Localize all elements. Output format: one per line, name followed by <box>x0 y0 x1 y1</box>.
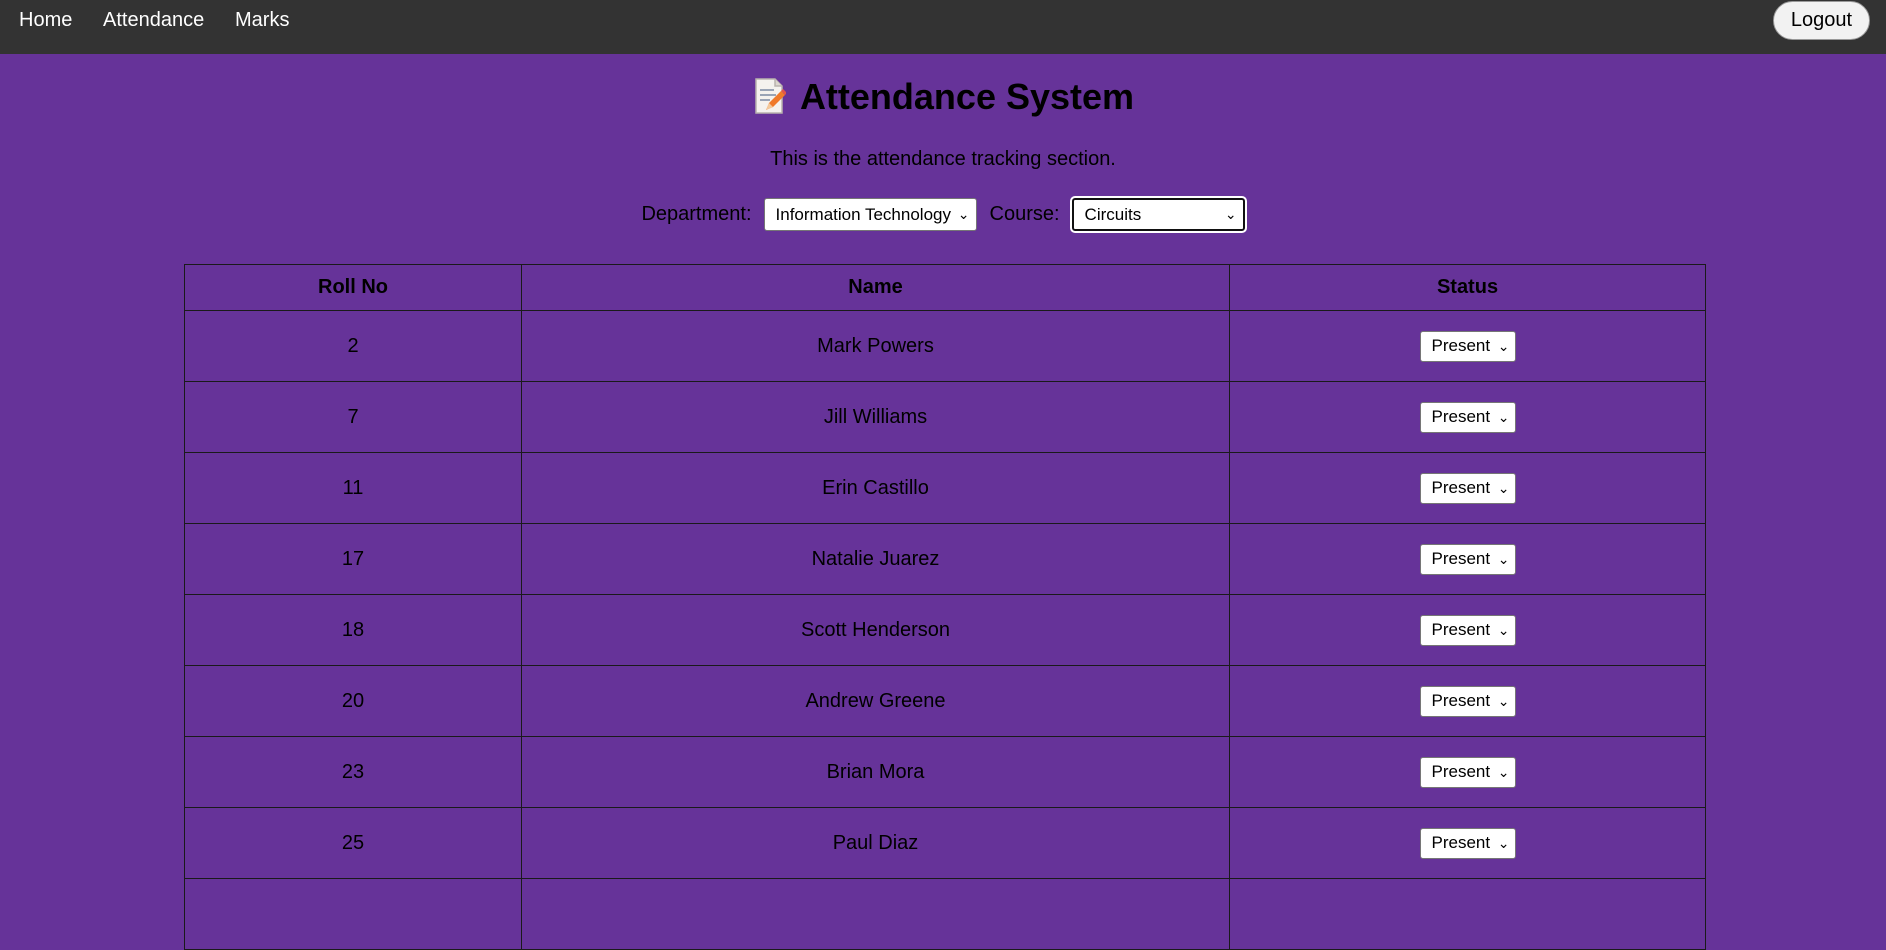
table-row <box>184 878 1706 950</box>
department-select[interactable]: Information Technology ⌄ <box>763 198 977 231</box>
department-label: Department: <box>641 203 752 225</box>
status-cell: Present ⌄ <box>1229 310 1706 382</box>
department-select-value: Information Technology <box>775 204 951 224</box>
course-select[interactable]: Circuits ⌄ <box>1069 196 1247 233</box>
course-select-value: Circuits <box>1084 204 1142 224</box>
chevron-down-icon: ⌄ <box>1497 763 1510 780</box>
nav-link-attendance[interactable]: Attendance <box>103 9 204 32</box>
roll-no-cell: 23 <box>184 736 522 808</box>
status-select[interactable]: Present ⌄ <box>1419 472 1516 504</box>
status-select-value: Present <box>1431 691 1491 710</box>
table-row: 11 Erin Castillo Present ⌄ <box>184 452 1706 524</box>
status-select-value: Present <box>1431 833 1491 852</box>
page-subtitle: This is the attendance tracking section. <box>770 148 1116 170</box>
status-cell: Present ⌄ <box>1229 736 1706 808</box>
status-select[interactable]: Present ⌄ <box>1419 685 1516 717</box>
roll-no-cell: 2 <box>184 310 522 382</box>
roll-no-cell: 18 <box>184 594 522 666</box>
column-header-name: Name <box>521 264 1230 311</box>
filter-bar: Department: Information Technology ⌄ Cou… <box>0 196 1886 233</box>
name-cell: Jill Williams <box>521 381 1230 453</box>
table-row: 18 Scott Henderson Present ⌄ <box>184 594 1706 666</box>
status-cell: Present ⌄ <box>1229 523 1706 595</box>
name-cell: Scott Henderson <box>521 594 1230 666</box>
table-row: 25 Paul Diaz Present ⌄ <box>184 807 1706 879</box>
status-select-value: Present <box>1431 336 1491 355</box>
nav-link-marks[interactable]: Marks <box>235 9 289 32</box>
top-navbar: Home Attendance Marks Logout <box>0 0 1886 54</box>
nav-link-home[interactable]: Home <box>19 9 72 32</box>
status-select[interactable]: Present ⌄ <box>1419 827 1516 859</box>
chevron-down-icon: ⌄ <box>1497 834 1510 851</box>
logout-button[interactable]: Logout <box>1773 1 1870 40</box>
status-cell: Present ⌄ <box>1229 807 1706 879</box>
attendance-table: Roll No Name Status 2 Mark Powers Presen… <box>184 264 1706 950</box>
page-title-text: Attendance System <box>799 76 1135 117</box>
status-select[interactable]: Present ⌄ <box>1419 543 1516 575</box>
status-select[interactable]: Present ⌄ <box>1419 401 1516 433</box>
name-cell: Paul Diaz <box>521 807 1230 879</box>
status-select-value: Present <box>1431 478 1491 497</box>
status-cell: Present ⌄ <box>1229 452 1706 524</box>
name-cell <box>521 878 1230 950</box>
roll-no-cell: 17 <box>184 523 522 595</box>
status-cell: Present ⌄ <box>1229 594 1706 666</box>
status-select-value: Present <box>1431 549 1491 568</box>
chevron-down-icon: ⌄ <box>1497 479 1510 496</box>
table-row: 7 Jill Williams Present ⌄ <box>184 381 1706 453</box>
table-header-row: Roll No Name Status <box>184 264 1706 311</box>
table-row: 17 Natalie Juarez Present ⌄ <box>184 523 1706 595</box>
chevron-down-icon: ⌄ <box>957 206 970 222</box>
roll-no-cell: 11 <box>184 452 522 524</box>
course-label: Course: <box>989 203 1060 225</box>
page-title: Attendance System <box>0 76 1886 124</box>
chevron-down-icon: ⌄ <box>1497 550 1510 567</box>
name-cell: Mark Powers <box>521 310 1230 382</box>
roll-no-cell: 20 <box>184 665 522 737</box>
chevron-down-icon: ⌄ <box>1224 206 1237 222</box>
status-cell: Present ⌄ <box>1229 381 1706 453</box>
table-row: 2 Mark Powers Present ⌄ <box>184 310 1706 382</box>
status-select-value: Present <box>1431 620 1491 639</box>
status-select[interactable]: Present ⌄ <box>1419 756 1516 788</box>
status-select[interactable]: Present ⌄ <box>1419 330 1516 362</box>
chevron-down-icon: ⌄ <box>1497 621 1510 638</box>
column-header-roll-no: Roll No <box>184 264 522 311</box>
status-select-value: Present <box>1431 407 1491 426</box>
memo-icon <box>752 77 787 124</box>
name-cell: Natalie Juarez <box>521 523 1230 595</box>
status-cell: Present ⌄ <box>1229 665 1706 737</box>
roll-no-cell <box>184 878 522 950</box>
status-select[interactable]: Present ⌄ <box>1419 614 1516 646</box>
name-cell: Brian Mora <box>521 736 1230 808</box>
status-cell <box>1229 878 1706 950</box>
chevron-down-icon: ⌄ <box>1497 408 1510 425</box>
column-header-status: Status <box>1229 264 1706 311</box>
chevron-down-icon: ⌄ <box>1497 692 1510 709</box>
roll-no-cell: 25 <box>184 807 522 879</box>
chevron-down-icon: ⌄ <box>1497 337 1510 354</box>
roll-no-cell: 7 <box>184 381 522 453</box>
name-cell: Erin Castillo <box>521 452 1230 524</box>
table-row: 23 Brian Mora Present ⌄ <box>184 736 1706 808</box>
status-select-value: Present <box>1431 762 1491 781</box>
name-cell: Andrew Greene <box>521 665 1230 737</box>
table-row: 20 Andrew Greene Present ⌄ <box>184 665 1706 737</box>
